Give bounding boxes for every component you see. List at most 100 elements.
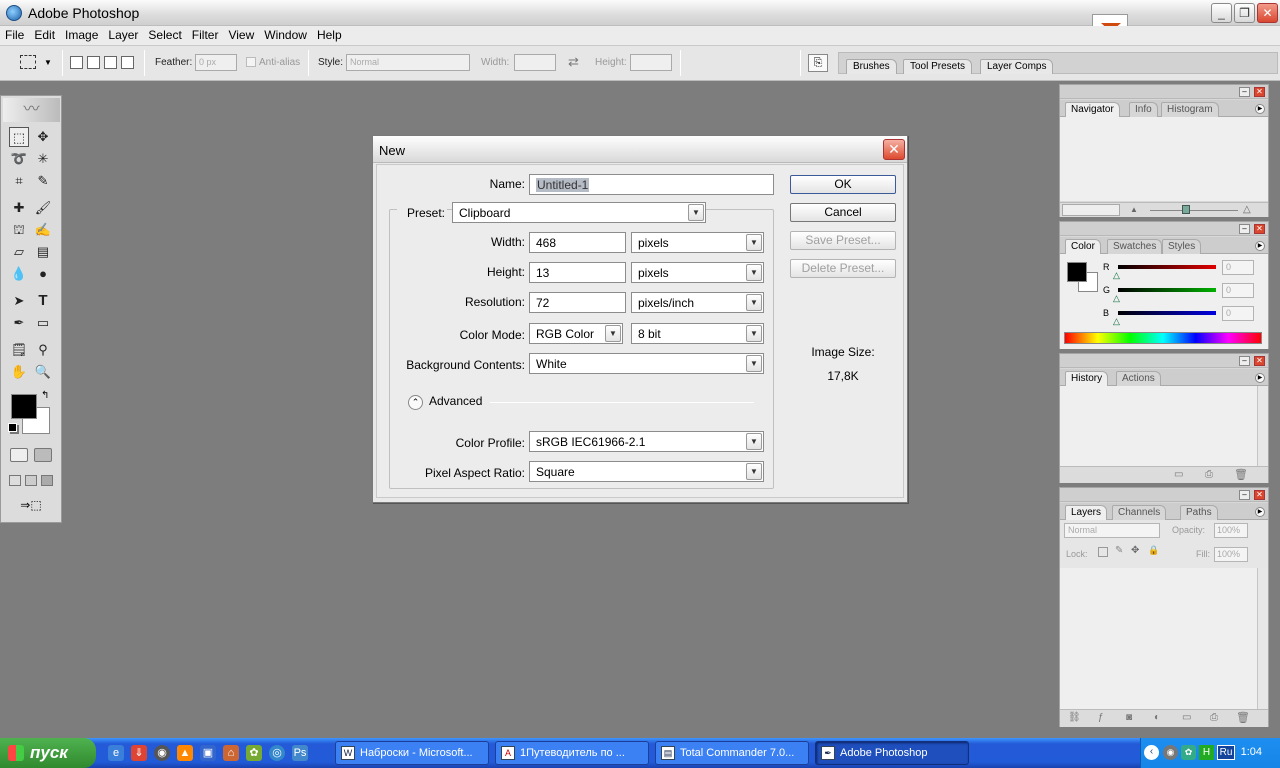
red-slider[interactable] bbox=[1118, 265, 1216, 269]
hand-tool-icon[interactable]: ✋ bbox=[9, 362, 29, 382]
lasso-tool-icon[interactable]: ➰ bbox=[9, 149, 29, 169]
preset-select[interactable]: Clipboard ▼ bbox=[452, 202, 706, 223]
tab-histogram[interactable]: Histogram bbox=[1161, 102, 1219, 117]
tray-expand-icon[interactable]: ‹ bbox=[1144, 745, 1159, 760]
delete-preset-button[interactable]: Delete Preset... bbox=[790, 259, 896, 278]
vlc-icon[interactable]: ▲ bbox=[177, 745, 193, 761]
tab-navigator[interactable]: Navigator bbox=[1065, 102, 1120, 117]
menu-view[interactable]: View bbox=[223, 26, 259, 45]
foreground-color-swatch[interactable] bbox=[11, 394, 37, 419]
new-layer-icon[interactable]: ⎙ bbox=[1210, 712, 1218, 723]
bit-depth-select[interactable]: 8 bit ▼ bbox=[631, 323, 764, 344]
minimize-panel-icon[interactable]: – bbox=[1239, 490, 1250, 500]
color-profile-select[interactable]: sRGB IEC61966-2.1 ▼ bbox=[529, 431, 764, 452]
notes-tool-icon[interactable]: 🗒 bbox=[9, 340, 29, 360]
minimize-button[interactable]: _ bbox=[1211, 3, 1232, 23]
minimize-panel-icon[interactable]: – bbox=[1239, 356, 1250, 366]
media-player-icon[interactable]: ◉ bbox=[154, 745, 170, 761]
layers-scrollbar[interactable] bbox=[1257, 568, 1268, 709]
menu-filter[interactable]: Filter bbox=[187, 26, 224, 45]
panel-menu-icon[interactable]: ▶ bbox=[1255, 241, 1265, 251]
blur-tool-icon[interactable]: 💧 bbox=[9, 264, 29, 284]
name-input[interactable]: Untitled-1 bbox=[529, 174, 774, 195]
screen-mode-standard-icon[interactable] bbox=[9, 475, 21, 486]
tray-network-icon[interactable]: ✿ bbox=[1181, 745, 1196, 760]
new-document-from-state-icon[interactable]: ▭ bbox=[1174, 469, 1183, 480]
screen-mode-full-icon[interactable] bbox=[41, 475, 53, 486]
tab-history[interactable]: History bbox=[1065, 371, 1109, 386]
panel-menu-icon[interactable]: ▶ bbox=[1255, 373, 1265, 383]
lock-pixels-icon[interactable]: ✎ bbox=[1115, 545, 1123, 556]
tab-styles[interactable]: Styles bbox=[1162, 239, 1202, 254]
resolution-unit-select[interactable]: pixels/inch ▼ bbox=[631, 292, 764, 313]
close-panel-icon[interactable]: ✕ bbox=[1254, 490, 1265, 500]
width-input[interactable] bbox=[514, 54, 556, 71]
slice-tool-icon[interactable]: ✎ bbox=[33, 171, 53, 191]
tab-tool-presets[interactable]: Tool Presets bbox=[903, 59, 973, 74]
save-preset-button[interactable]: Save Preset... bbox=[790, 231, 896, 250]
height-input[interactable]: 13 bbox=[529, 262, 626, 283]
height-unit-select[interactable]: pixels ▼ bbox=[631, 262, 764, 283]
blend-mode-select[interactable]: Normal bbox=[1064, 523, 1160, 538]
save-icon[interactable]: ▣ bbox=[200, 745, 216, 761]
feather-input[interactable]: 0 px bbox=[195, 54, 237, 71]
path-selection-tool-icon[interactable]: ➤ bbox=[9, 291, 29, 311]
style-select[interactable]: Normal bbox=[346, 54, 470, 71]
subtract-selection-icon[interactable] bbox=[104, 56, 117, 69]
task-pdf[interactable]: A 1Путеводитель по ... bbox=[495, 741, 649, 765]
lock-transparency-icon[interactable] bbox=[1098, 547, 1108, 557]
lock-all-icon[interactable]: 🔒 bbox=[1148, 545, 1159, 556]
tab-info[interactable]: Info bbox=[1129, 102, 1158, 117]
new-group-icon[interactable]: ▭ bbox=[1182, 712, 1191, 723]
lock-position-icon[interactable]: ✥ bbox=[1131, 545, 1139, 556]
intersect-selection-icon[interactable] bbox=[121, 56, 134, 69]
blue-value-input[interactable]: 0 bbox=[1222, 306, 1254, 321]
palette-well-icon[interactable]: ⎘ bbox=[808, 54, 828, 72]
tab-paths[interactable]: Paths bbox=[1180, 505, 1218, 520]
close-button[interactable]: ✕ bbox=[1257, 3, 1278, 23]
menu-edit[interactable]: Edit bbox=[29, 26, 60, 45]
task-photoshop[interactable]: ✒ Adobe Photoshop bbox=[815, 741, 969, 765]
jump-to-imageready-icon[interactable]: ⇒⬚ bbox=[9, 498, 53, 514]
new-selection-icon[interactable] bbox=[70, 56, 83, 69]
healing-brush-tool-icon[interactable]: ✚ bbox=[9, 198, 29, 218]
minimize-panel-icon[interactable]: – bbox=[1239, 224, 1250, 234]
icq-icon[interactable]: ✿ bbox=[246, 745, 262, 761]
zoom-out-icon[interactable]: ▲ bbox=[1130, 205, 1138, 214]
zoom-slider[interactable] bbox=[1150, 210, 1238, 211]
red-slider-thumb[interactable]: △ bbox=[1113, 270, 1120, 281]
gradient-tool-icon[interactable]: ▤ bbox=[33, 242, 53, 262]
tab-channels[interactable]: Channels bbox=[1112, 505, 1167, 520]
link-layers-icon[interactable]: ⛓ bbox=[1068, 712, 1081, 723]
default-colors-icon[interactable] bbox=[8, 423, 17, 432]
height-input[interactable] bbox=[630, 54, 672, 71]
eraser-tool-icon[interactable]: ▱ bbox=[9, 242, 29, 262]
tab-layer-comps[interactable]: Layer Comps bbox=[980, 59, 1054, 74]
download-master-icon[interactable]: ⇓ bbox=[131, 745, 147, 761]
width-input[interactable]: 468 bbox=[529, 232, 626, 253]
pen-tool-icon[interactable]: ✒ bbox=[9, 313, 29, 333]
crop-tool-icon[interactable]: ⌗ bbox=[9, 171, 29, 191]
red-value-input[interactable]: 0 bbox=[1222, 260, 1254, 275]
close-panel-icon[interactable]: ✕ bbox=[1254, 87, 1265, 97]
menu-image[interactable]: Image bbox=[60, 26, 103, 45]
tab-actions[interactable]: Actions bbox=[1116, 371, 1161, 386]
task-total-commander[interactable]: ▤ Total Commander 7.0... bbox=[655, 741, 809, 765]
green-value-input[interactable]: 0 bbox=[1222, 283, 1254, 298]
panel-menu-icon[interactable]: ▶ bbox=[1255, 507, 1265, 517]
new-snapshot-icon[interactable]: ⎙ bbox=[1205, 469, 1213, 480]
panel-menu-icon[interactable]: ▶ bbox=[1255, 104, 1265, 114]
tab-swatches[interactable]: Swatches bbox=[1107, 239, 1163, 254]
marquee-tool-icon[interactable] bbox=[20, 55, 36, 69]
antialias-checkbox[interactable] bbox=[246, 57, 256, 67]
advanced-toggle-icon[interactable]: ⌃ bbox=[408, 395, 423, 410]
magic-wand-tool-icon[interactable]: ✳ bbox=[33, 149, 53, 169]
menu-help[interactable]: Help bbox=[312, 26, 347, 45]
history-brush-tool-icon[interactable]: ✍ bbox=[33, 220, 53, 240]
quick-mask-mode-icon[interactable] bbox=[34, 448, 52, 462]
tool-preset-dropdown-icon[interactable]: ▼ bbox=[44, 58, 52, 67]
swap-colors-icon[interactable]: ↰ bbox=[41, 390, 49, 401]
zoom-input[interactable] bbox=[1062, 204, 1120, 216]
ie-icon[interactable]: e bbox=[108, 745, 124, 761]
type-tool-icon[interactable]: T bbox=[33, 291, 53, 311]
